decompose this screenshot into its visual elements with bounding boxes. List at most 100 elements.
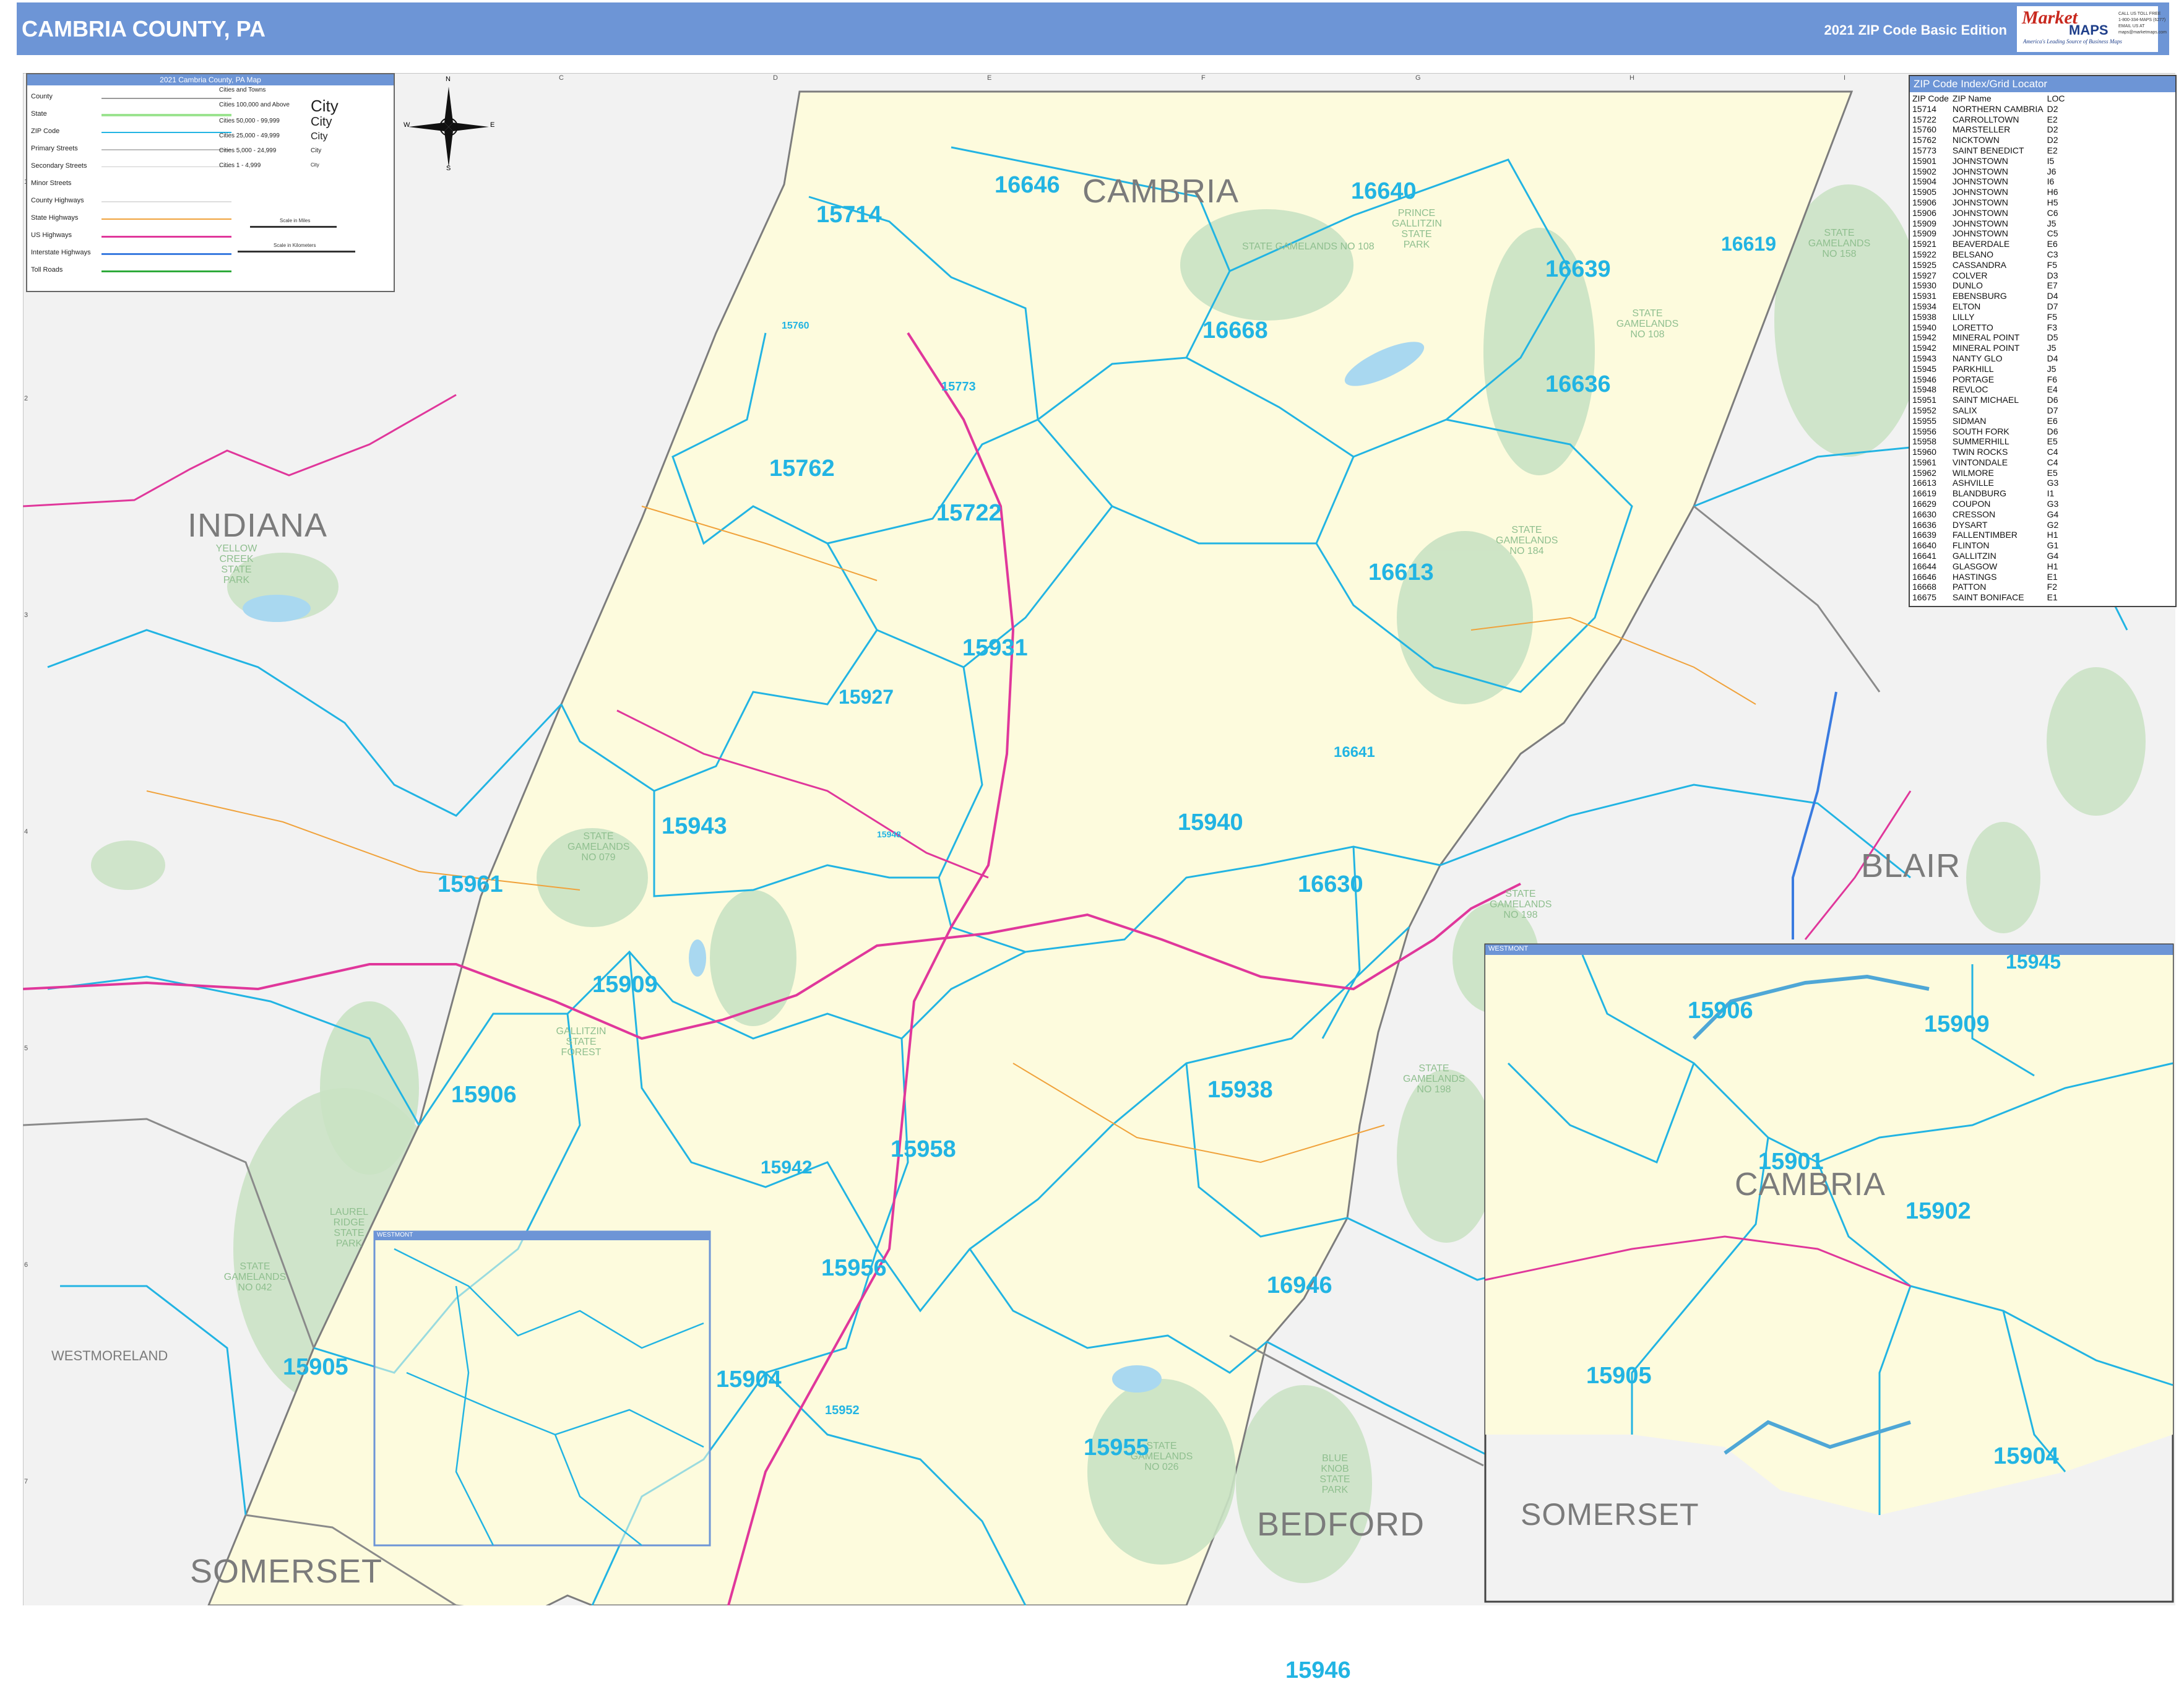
inset-zip-label[interactable]: 15906: [1688, 998, 1753, 1024]
zip-loc-cell: E6: [2047, 239, 2058, 249]
zip-index-row[interactable]: 15952 SALIX D7: [1912, 405, 2068, 416]
zip-index-row[interactable]: 15958 SUMMERHILL E5: [1912, 436, 2068, 447]
zip-index-row[interactable]: 15955 SIDMAN E6: [1912, 416, 2068, 426]
zip-code-cell: 16630: [1912, 509, 1936, 519]
zip-index-body: 15714 NORTHERN CAMBRIA D2 15722 CARROLLTOWN E…: [1912, 104, 2068, 603]
zip-label[interactable]: 15940: [1178, 810, 1243, 836]
zip-index-row[interactable]: 15942 MINERAL POINT J5: [1912, 343, 2068, 353]
zip-label[interactable]: 15938: [1207, 1077, 1273, 1103]
zip-label[interactable]: 15955: [1084, 1435, 1149, 1461]
zip-index-row[interactable]: 16644 GLASGOW H1: [1912, 561, 2068, 572]
zip-index-row[interactable]: 15943 NANTY GLO D4: [1912, 353, 2068, 364]
zip-label[interactable]: 16630: [1298, 871, 1363, 898]
zip-index-row[interactable]: 16629 COUPON G3: [1912, 499, 2068, 509]
zip-index-row[interactable]: 15942 MINERAL POINT D5: [1912, 332, 2068, 343]
inset-zip-label[interactable]: 15904: [1993, 1443, 2059, 1470]
zip-index-row[interactable]: 15940 LORETTO F3: [1912, 322, 2068, 333]
zip-index-row[interactable]: 15945 PARKHILL J5: [1912, 364, 2068, 374]
inset-zip-label[interactable]: 15905: [1586, 1363, 1652, 1389]
zip-index-row[interactable]: 15946 PORTAGE F6: [1912, 374, 2068, 385]
zip-index-row[interactable]: 16636 DYSART G2: [1912, 520, 2068, 530]
zip-label-small[interactable]: 15760: [782, 321, 809, 332]
zip-label[interactable]: 15905: [283, 1354, 348, 1381]
zip-index-row[interactable]: 16646 HASTINGS E1: [1912, 572, 2068, 582]
scale-bar-km: [238, 251, 355, 253]
zip-index-row[interactable]: 15927 COLVER D3: [1912, 270, 2068, 281]
zip-label-small[interactable]: 15952: [825, 1404, 860, 1418]
zip-name-cell: JOHNSTOWN: [1952, 155, 2008, 166]
legend-scale-miles: Scale in Miles: [280, 218, 311, 223]
inset-zip-label[interactable]: 15945: [2006, 951, 2061, 974]
zip-index-header: ZIP Name: [1952, 93, 1992, 103]
zip-index-row[interactable]: 15962 WILMORE E5: [1912, 468, 2068, 478]
zip-index-row[interactable]: 16630 CRESSON G4: [1912, 509, 2068, 520]
zip-label[interactable]: 16613: [1368, 559, 1434, 586]
zip-index-row[interactable]: 15901 JOHNSTOWN I5: [1912, 156, 2068, 166]
zip-index-row[interactable]: 15906 JOHNSTOWN C6: [1912, 208, 2068, 218]
zip-label[interactable]: 16639: [1545, 256, 1611, 283]
zip-label-small[interactable]: 15948: [877, 829, 901, 839]
zip-index-row[interactable]: 15934 ELTON D7: [1912, 301, 2068, 312]
zip-label[interactable]: 15942: [761, 1157, 812, 1178]
zip-index-row[interactable]: 15961 VINTONDALE C4: [1912, 457, 2068, 468]
zip-index-row[interactable]: 16640 FLINTON G1: [1912, 540, 2068, 551]
zip-loc-cell: C4: [2047, 457, 2058, 467]
zip-index-row[interactable]: 15921 BEAVERDALE E6: [1912, 239, 2068, 249]
zip-index-row[interactable]: 16619 BLANDBURG I1: [1912, 488, 2068, 499]
zip-label[interactable]: 15958: [891, 1136, 956, 1163]
zip-label[interactable]: 15762: [769, 456, 835, 482]
zip-index-row[interactable]: 15904 JOHNSTOWN I6: [1912, 176, 2068, 187]
zip-label[interactable]: 15946: [1285, 1657, 1351, 1684]
zip-index-row[interactable]: 15948 REVLOC E4: [1912, 384, 2068, 395]
zip-index-row[interactable]: 15722 CARROLLTOWN E2: [1912, 114, 2068, 125]
zip-index-row[interactable]: 15773 SAINT BENEDICT E2: [1912, 145, 2068, 156]
zip-label[interactable]: 16646: [995, 172, 1060, 199]
zip-index-row[interactable]: 15956 SOUTH FORK D6: [1912, 426, 2068, 437]
inset-zip-label[interactable]: 15901: [1758, 1149, 1824, 1175]
zip-index-row[interactable]: 15905 JOHNSTOWN H6: [1912, 187, 2068, 197]
zip-label[interactable]: 15906: [451, 1082, 517, 1108]
zip-index-row[interactable]: 15909 JOHNSTOWN J5: [1912, 218, 2068, 229]
zip-index-row[interactable]: 15938 LILLY F5: [1912, 312, 2068, 322]
market-maps-logo[interactable]: Market MAPS America's Leading Source of …: [2017, 6, 2167, 52]
zip-label[interactable]: 15722: [936, 500, 1002, 527]
zip-label[interactable]: 16640: [1351, 178, 1417, 205]
zip-code-cell: 15945: [1912, 363, 1936, 374]
zip-label[interactable]: 16636: [1545, 371, 1611, 398]
zip-label[interactable]: 15956: [821, 1255, 887, 1282]
zip-label[interactable]: 15931: [962, 635, 1028, 662]
zip-index-row[interactable]: 15930 DUNLO E7: [1912, 280, 2068, 291]
zip-label[interactable]: 15943: [662, 813, 727, 840]
zip-index-row[interactable]: 15922 BELSANO C3: [1912, 249, 2068, 260]
zip-label[interactable]: 15714: [816, 202, 882, 228]
map-area[interactable]: A B C D E F G H I J 1 2 3 4 5 6 7 CAMBRI…: [23, 73, 2175, 1683]
zip-index-row[interactable]: 15951 SAINT MICHAEL D6: [1912, 395, 2068, 405]
inset-zip-label[interactable]: 15909: [1924, 1011, 1990, 1038]
zip-index-row[interactable]: 15760 MARSTELLER D2: [1912, 124, 2068, 135]
zip-label[interactable]: 16668: [1202, 317, 1268, 344]
zip-index-row[interactable]: 15960 TWIN ROCKS C4: [1912, 447, 2068, 457]
zip-label[interactable]: 16619: [1721, 233, 1776, 256]
zip-index-row[interactable]: 15909 JOHNSTOWN C5: [1912, 228, 2068, 239]
zip-index-row[interactable]: 16675 SAINT BONIFACE E1: [1912, 592, 2068, 603]
zip-label-small[interactable]: 15773: [941, 380, 976, 394]
zip-index-row[interactable]: 15931 EBENSBURG D4: [1912, 291, 2068, 301]
zip-label[interactable]: 15927: [839, 686, 894, 709]
zip-label[interactable]: 16946: [1267, 1272, 1332, 1299]
zip-index-row[interactable]: 16613 ASHVILLE G3: [1912, 478, 2068, 488]
zip-index-row[interactable]: 15906 JOHNSTOWN H5: [1912, 197, 2068, 208]
zip-label[interactable]: 15961: [438, 871, 503, 898]
zip-label[interactable]: 16641: [1334, 744, 1375, 761]
edition-label: 2021 ZIP Code Basic Edition: [1824, 22, 2007, 38]
zip-index-row[interactable]: 16641 GALLITZIN G4: [1912, 551, 2068, 561]
zip-loc-cell: H1: [2047, 530, 2058, 540]
zip-label[interactable]: 15904: [716, 1367, 782, 1393]
zip-label[interactable]: 15909: [592, 972, 658, 998]
zip-index-row[interactable]: 16639 FALLENTIMBER H1: [1912, 530, 2068, 540]
zip-index-row[interactable]: 15714 NORTHERN CAMBRIA D2: [1912, 104, 2068, 114]
zip-index-row[interactable]: 15762 NICKTOWN D2: [1912, 135, 2068, 145]
zip-index-row[interactable]: 15925 CASSANDRA F5: [1912, 260, 2068, 270]
zip-index-row[interactable]: 15902 JOHNSTOWN J6: [1912, 166, 2068, 177]
inset-zip-label[interactable]: 15902: [1906, 1198, 1971, 1225]
zip-index-row[interactable]: 16668 PATTON F2: [1912, 582, 2068, 592]
